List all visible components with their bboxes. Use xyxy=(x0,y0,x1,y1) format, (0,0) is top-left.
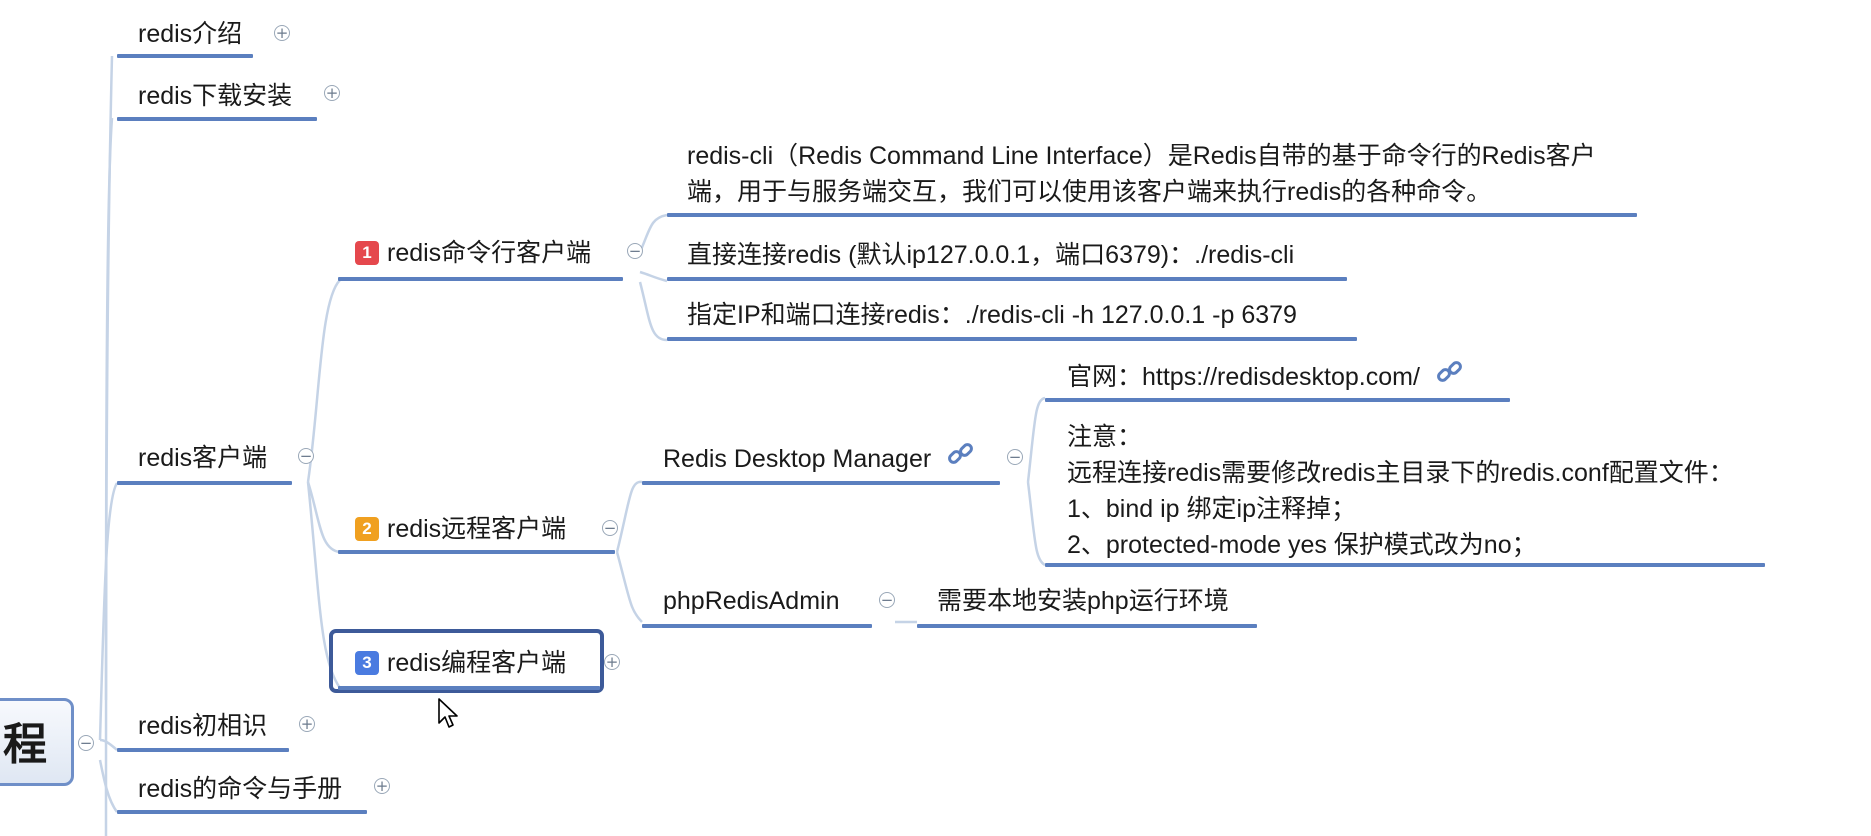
branch-underline xyxy=(117,54,253,58)
priority-2-badge: 2 xyxy=(355,517,379,541)
topic-label: redis命令行客户端 xyxy=(387,239,592,267)
topic-label: redis编程客户端 xyxy=(387,649,567,677)
topic-underline xyxy=(338,550,615,554)
note-line: redis-cli（Redis Command Line Interface）是… xyxy=(687,142,1596,170)
link-icon[interactable] xyxy=(1435,358,1465,398)
note-underline xyxy=(667,213,1637,217)
note-line: 端，用于与服务端交互，我们可以使用该客户端来执行redis的各种命令。 xyxy=(687,178,1492,206)
branch-redis-client[interactable]: redis客户端 xyxy=(138,440,267,481)
priority-1-badge: 1 xyxy=(355,241,379,265)
topic-remote-client[interactable]: 2 redis远程客户端 xyxy=(355,511,566,552)
branch-underline xyxy=(117,117,317,121)
note-line: 远程连接redis需要修改redis主目录下的redis.conf配置文件： xyxy=(1067,459,1734,487)
note-line: 注意： xyxy=(1067,423,1143,451)
topic-underline xyxy=(338,686,600,690)
collapse-toggle[interactable]: − xyxy=(298,448,314,464)
topic-redis-desktop-manager[interactable]: Redis Desktop Manager xyxy=(663,440,976,485)
topic-phpredisadmin[interactable]: phpRedisAdmin xyxy=(663,583,840,624)
collapse-toggle[interactable]: − xyxy=(602,520,618,536)
topic-label: Redis Desktop Manager xyxy=(663,445,932,473)
expand-toggle[interactable]: + xyxy=(274,25,290,41)
note-underline xyxy=(667,337,1357,341)
expand-toggle[interactable]: + xyxy=(374,778,390,794)
root-topic-label: 程 xyxy=(3,720,47,769)
branch-label: redis下载安装 xyxy=(138,82,293,110)
branch-redis-install[interactable]: redis下载安装 xyxy=(138,78,292,119)
topic-cli-client[interactable]: 1 redis命令行客户端 xyxy=(355,235,591,276)
note-label: 指定IP和端口连接redis：./redis-cli -h 127.0.0.1 … xyxy=(687,301,1297,329)
topic-underline xyxy=(642,481,1000,485)
collapse-toggle[interactable]: − xyxy=(627,243,643,259)
mouse-cursor-icon xyxy=(438,698,458,728)
note-underline xyxy=(1045,398,1510,402)
note-underline xyxy=(1045,563,1765,567)
note-label: 需要本地安装php运行环境 xyxy=(937,587,1229,615)
topic-underline xyxy=(642,624,872,628)
priority-3-badge: 3 xyxy=(355,651,379,675)
rdm-website-note[interactable]: 官网：https://redisdesktop.com/ xyxy=(1067,358,1465,403)
expand-toggle[interactable]: + xyxy=(604,654,620,670)
branch-redis-commands[interactable]: redis的命令与手册 xyxy=(138,771,342,812)
branch-underline xyxy=(117,810,367,814)
phpra-env-note[interactable]: 需要本地安装php运行环境 xyxy=(937,583,1229,624)
branch-redis-intro[interactable]: redis介绍 xyxy=(138,16,242,57)
expand-toggle[interactable]: + xyxy=(299,716,315,732)
collapse-toggle[interactable]: − xyxy=(1007,449,1023,465)
branch-underline xyxy=(117,481,292,485)
cli-direct-connect-note[interactable]: 直接连接redis (默认ip127.0.0.1，端口6379)：./redis… xyxy=(687,237,1294,278)
collapse-toggle[interactable]: − xyxy=(879,592,895,608)
branch-label: redis初相识 xyxy=(138,712,268,740)
cli-specify-connect-note[interactable]: 指定IP和端口连接redis：./redis-cli -h 127.0.0.1 … xyxy=(687,297,1297,338)
topic-label: phpRedisAdmin xyxy=(663,587,840,615)
note-underline xyxy=(667,277,1347,281)
branch-redis-first-look[interactable]: redis初相识 xyxy=(138,708,267,749)
link-icon[interactable] xyxy=(946,440,976,480)
cli-description-note[interactable]: redis-cli（Redis Command Line Interface）是… xyxy=(687,138,1596,215)
note-underline xyxy=(917,624,1257,628)
branch-underline xyxy=(117,748,289,752)
branch-label: redis介绍 xyxy=(138,20,243,48)
branch-label: redis客户端 xyxy=(138,444,268,472)
note-label: 官网：https://redisdesktop.com/ xyxy=(1067,363,1420,391)
topic-underline xyxy=(338,277,623,281)
root-topic[interactable]: 程 xyxy=(0,698,74,786)
note-line: 2、protected-mode yes 保护模式改为no； xyxy=(1067,531,1537,559)
expand-toggle[interactable]: + xyxy=(324,85,340,101)
note-line: 1、bind ip 绑定ip注释掉； xyxy=(1067,495,1356,523)
connector-lines xyxy=(98,55,1046,836)
branch-label: redis的命令与手册 xyxy=(138,775,343,803)
note-label: 直接连接redis (默认ip127.0.0.1，端口6379)：./redis… xyxy=(687,241,1295,269)
topic-programming-client[interactable]: 3 redis编程客户端 xyxy=(355,645,566,686)
root-collapse-toggle[interactable]: − xyxy=(78,735,94,751)
topic-label: redis远程客户端 xyxy=(387,515,567,543)
rdm-config-note[interactable]: 注意： 远程连接redis需要修改redis主目录下的redis.conf配置文… xyxy=(1067,419,1734,568)
